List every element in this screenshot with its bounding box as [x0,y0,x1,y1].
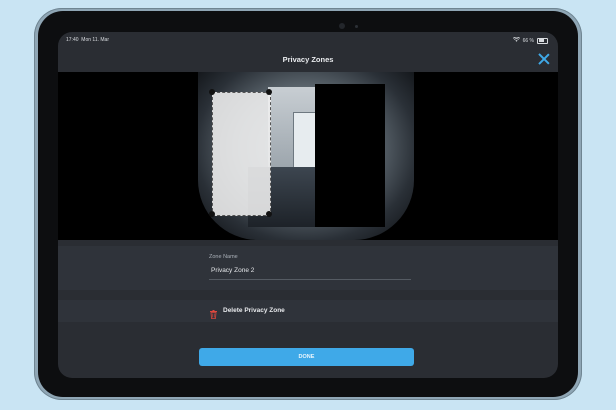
privacy-zone-1[interactable] [315,84,385,227]
front-camera [339,23,345,29]
status-right: 66 % [512,36,548,44]
zone-name-section: Zone Name [58,246,558,290]
close-icon[interactable] [538,53,550,65]
delete-zone-label: Delete Privacy Zone [223,307,285,314]
tablet-frame: 17:40 Mon 11. Mar 66 % Privacy Zones Zon… [34,8,582,400]
camera-preview [58,72,558,240]
status-time: 17:40 Mon 11. Mar [66,37,109,43]
battery-percent: 66 % [522,37,534,44]
wifi-icon [512,36,520,44]
delete-zone-content: Delete Privacy Zone [210,306,285,319]
nav-bar: Privacy Zones [58,46,558,72]
status-date: Mon 11. Mar [81,37,109,43]
camera-window [293,112,317,169]
battery-icon [537,37,548,44]
screen: 17:40 Mon 11. Mar 66 % Privacy Zones Zon… [58,32,558,378]
resize-handle-top-left[interactable] [209,89,215,95]
resize-handle-top-right[interactable] [266,89,272,95]
resize-handle-bottom-left[interactable] [209,211,215,217]
privacy-zone-2-editor[interactable] [212,92,271,216]
trash-icon [210,306,217,319]
zone-name-input[interactable] [209,266,411,280]
zone-name-label: Zone Name [209,254,238,260]
camera-sensor [355,25,358,28]
delete-zone-button[interactable]: Delete Privacy Zone [58,300,558,322]
resize-handle-bottom-right[interactable] [266,211,272,217]
status-bar: 17:40 Mon 11. Mar 66 % [58,32,558,44]
done-button[interactable]: DONE [199,348,414,366]
page-title: Privacy Zones [282,55,334,64]
